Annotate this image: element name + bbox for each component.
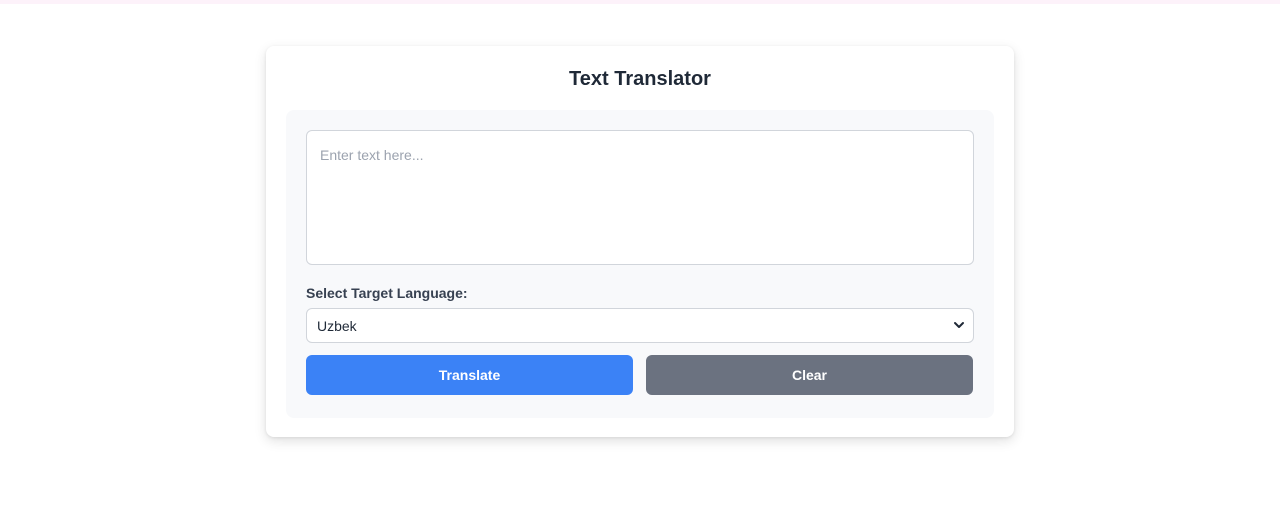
clear-button[interactable]: Clear [646, 355, 973, 395]
chevron-down-icon [954, 322, 964, 328]
top-accent-strip [0, 0, 1280, 4]
source-text-input[interactable] [306, 130, 974, 265]
target-language-label: Select Target Language: [306, 285, 468, 301]
translator-panel: Select Target Language: Uzbek Translate … [286, 110, 994, 418]
page-title: Text Translator [569, 68, 711, 90]
translate-button[interactable]: Translate [306, 355, 633, 395]
target-language-select[interactable]: Uzbek [306, 308, 974, 343]
selected-language-value: Uzbek [317, 318, 357, 334]
translator-card: Text Translator Select Target Language: … [266, 46, 1014, 437]
